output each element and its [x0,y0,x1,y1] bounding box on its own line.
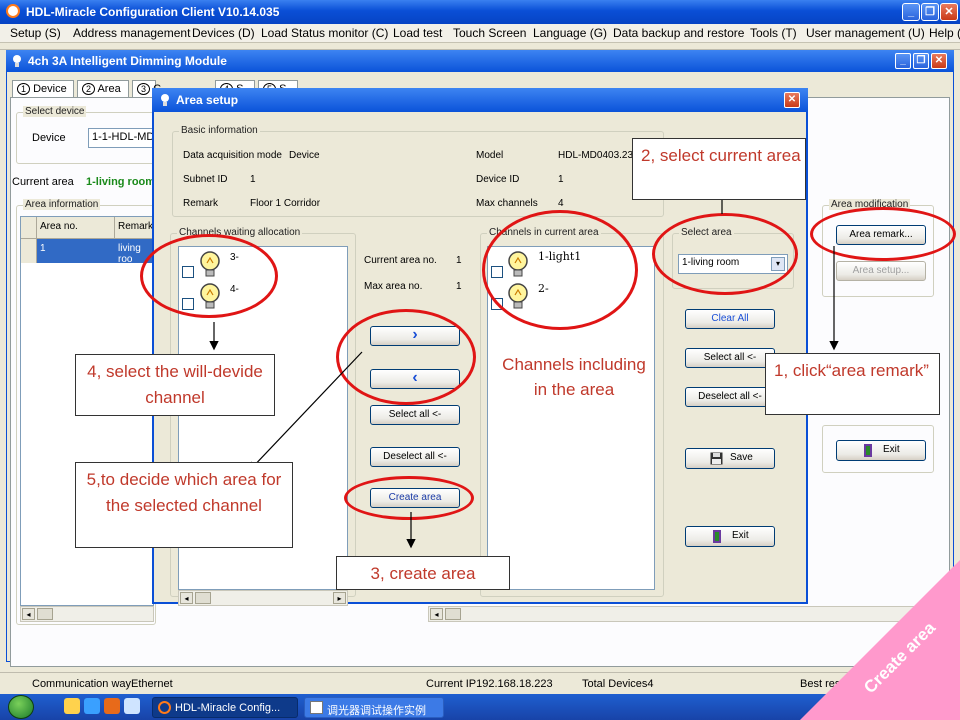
annotation-step-1: 1, click“area remark” [765,353,940,415]
annotation-channels-note: Channels including in the area [502,355,646,399]
annotation-step-2: 2, select current area [632,138,806,200]
annotation-step-5: 5,to decide which area for the selected … [75,462,293,548]
annotation-step-4: 4, select the will-devide channel [75,354,275,416]
annotation-step-3: 3, create area [336,556,510,590]
